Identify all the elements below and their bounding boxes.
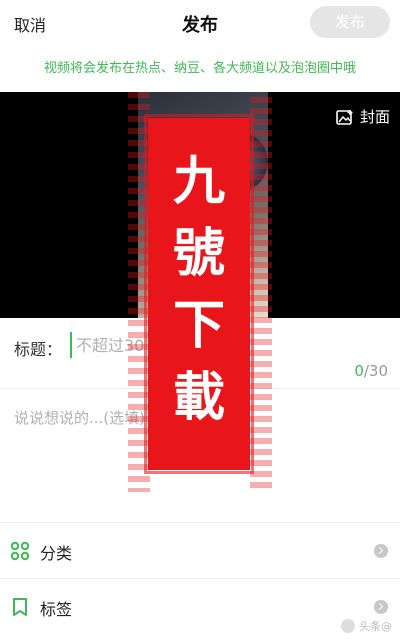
grid-dots-icon — [10, 541, 30, 561]
publish-button[interactable]: 发布 — [310, 6, 390, 38]
seal-text: 九號下載 — [172, 151, 225, 428]
watermark-seal: 九號下載 — [144, 114, 254, 474]
top-bar: 取消 发布 发布 — [0, 0, 400, 46]
watermark: 头条@ — [341, 618, 392, 634]
bookmark-icon — [13, 598, 27, 616]
title-char-count: 0 — [354, 362, 364, 380]
menu-item-label: 分类 — [40, 544, 73, 563]
watermark-text: 头条@ — [359, 620, 392, 633]
title-label: 标题： — [14, 340, 63, 359]
chevron-right-icon — [374, 544, 388, 558]
cover-label: 封面 — [359, 108, 390, 126]
image-add-icon — [336, 109, 353, 125]
publish-notice: 视频将会发布在热点、纳豆、各大频道以及泡泡圈中哦 — [0, 46, 400, 92]
toutiao-logo-icon — [341, 619, 355, 633]
chevron-right-icon — [374, 600, 388, 614]
title-char-counter: 0/30 — [354, 362, 388, 380]
title-char-max: /30 — [363, 362, 388, 380]
menu-item-category[interactable]: 分类 — [0, 522, 400, 578]
menu-item-tags[interactable]: 标签 — [0, 578, 400, 634]
menu-item-label: 标签 — [40, 600, 73, 619]
cover-button[interactable]: 封面 — [336, 106, 390, 127]
